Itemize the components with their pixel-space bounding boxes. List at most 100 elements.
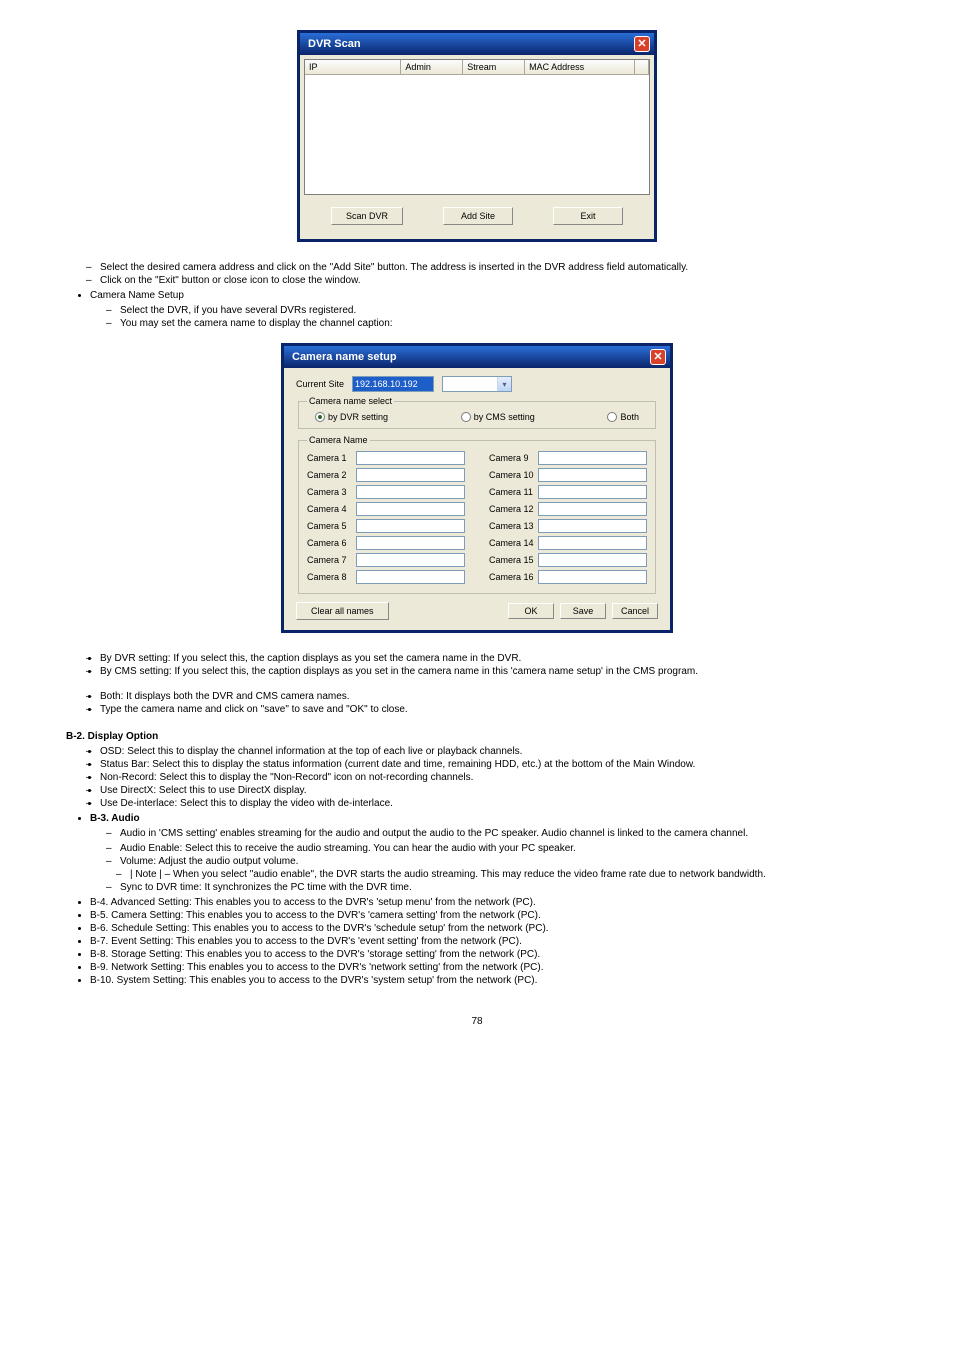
- radio-label: by CMS setting: [474, 412, 535, 422]
- dvr-scan-list-body[interactable]: [304, 75, 650, 195]
- camera-row: Camera 6: [307, 536, 465, 550]
- col-stream[interactable]: Stream: [463, 60, 525, 75]
- camera-input-14[interactable]: [538, 536, 647, 550]
- camera-input-12[interactable]: [538, 502, 647, 516]
- camera-col-right: Camera 9 Camera 10 Camera 11 Camera 12 C…: [489, 451, 647, 587]
- camera-row: Camera 4: [307, 502, 465, 516]
- camera-input-9[interactable]: [538, 451, 647, 465]
- page-number: 78: [60, 1016, 894, 1027]
- camera-input-11[interactable]: [538, 485, 647, 499]
- text: Non-Record: Select this to display the "…: [100, 772, 473, 783]
- dvr-scan-title: DVR Scan: [308, 38, 361, 50]
- camera-input-7[interactable]: [356, 553, 465, 567]
- exit-button[interactable]: Exit: [553, 207, 623, 225]
- radio-both[interactable]: Both: [607, 412, 639, 422]
- current-site-row: Current Site 192.168.10.192 ▾: [296, 376, 658, 392]
- radio-label: by DVR setting: [328, 412, 388, 422]
- note: Type the camera name and click on "save"…: [100, 704, 408, 715]
- scan-dvr-button[interactable]: Scan DVR: [331, 207, 403, 225]
- text: B-4. Advanced Setting: This enables you …: [90, 897, 536, 908]
- text: Use DirectX: Select this to use DirectX …: [100, 785, 307, 796]
- camera-setup-footer: Clear all names OK Save Cancel: [296, 602, 658, 620]
- camera-label: Camera 11: [489, 487, 534, 497]
- radio-row: by DVR setting by CMS setting Both: [307, 412, 647, 422]
- camera-row: Camera 12: [489, 502, 647, 516]
- current-site-value: 192.168.10.192: [355, 379, 418, 389]
- text: B-10. System Setting: This enables you t…: [90, 975, 537, 986]
- camera-label: Camera 9: [489, 453, 534, 463]
- text: Sync to DVR time: It synchronizes the PC…: [120, 882, 412, 893]
- camera-row: Camera 14: [489, 536, 647, 550]
- note: Both: It displays both the DVR and CMS c…: [100, 691, 350, 702]
- note: Click on the "Exit" button or close icon…: [100, 275, 361, 286]
- camera-row: Camera 2: [307, 468, 465, 482]
- cam-notes-2: –Both: It displays both the DVR and CMS …: [60, 691, 894, 715]
- current-site-dropdown[interactable]: ▾: [442, 376, 512, 392]
- camera-label: Camera 15: [489, 555, 534, 565]
- text: B-8. Storage Setting: This enables you t…: [90, 949, 540, 960]
- camera-input-8[interactable]: [356, 570, 465, 584]
- camera-input-16[interactable]: [538, 570, 647, 584]
- radio-by-cms[interactable]: by CMS setting: [461, 412, 535, 422]
- camera-label: Camera 2: [307, 470, 352, 480]
- cancel-button[interactable]: Cancel: [612, 603, 658, 619]
- camera-row: Camera 8: [307, 570, 465, 584]
- dvr-scan-body: IP Admin Stream MAC Address Scan DVR Add…: [300, 55, 654, 239]
- col-spacer: [635, 60, 649, 75]
- camera-name-setup-heading: Camera Name Setup: [90, 290, 184, 301]
- camera-input-2[interactable]: [356, 468, 465, 482]
- camera-input-5[interactable]: [356, 519, 465, 533]
- close-icon[interactable]: ✕: [650, 349, 666, 365]
- close-icon[interactable]: ✕: [634, 36, 650, 52]
- clear-all-names-button[interactable]: Clear all names: [296, 602, 389, 620]
- camera-name-grid-legend: Camera Name: [307, 435, 370, 445]
- text: Audio Enable: Select this to receive the…: [120, 843, 576, 854]
- camera-label: Camera 14: [489, 538, 534, 548]
- b2-list: –OSD: Select this to display the channel…: [60, 746, 894, 809]
- text: B-7. Event Setting: This enables you to …: [90, 936, 522, 947]
- camera-input-6[interactable]: [356, 536, 465, 550]
- camera-input-4[interactable]: [356, 502, 465, 516]
- camera-label: Camera 5: [307, 521, 352, 531]
- b4-b10-list: B-4. Advanced Setting: This enables you …: [60, 897, 894, 986]
- text: | Note | – When you select "audio enable…: [130, 869, 766, 880]
- camera-name-grid-group: Camera Name Camera 1 Camera 2 Camera 3 C…: [298, 435, 656, 594]
- camera-input-15[interactable]: [538, 553, 647, 567]
- note: By DVR setting: If you select this, the …: [100, 653, 521, 664]
- text: Audio in 'CMS setting' enables streaming…: [120, 828, 748, 839]
- note: By CMS setting: If you select this, the …: [100, 666, 698, 677]
- camera-label: Camera 12: [489, 504, 534, 514]
- camera-row: Camera 15: [489, 553, 647, 567]
- camera-row: Camera 3: [307, 485, 465, 499]
- camera-label: Camera 8: [307, 572, 352, 582]
- col-mac[interactable]: MAC Address: [525, 60, 635, 75]
- camera-input-10[interactable]: [538, 468, 647, 482]
- add-site-button[interactable]: Add Site: [443, 207, 513, 225]
- camera-row: Camera 16: [489, 570, 647, 584]
- text: B-6. Schedule Setting: This enables you …: [90, 923, 549, 934]
- col-ip[interactable]: IP: [305, 60, 401, 75]
- camera-name-select-group: Camera name select by DVR setting by CMS…: [298, 396, 656, 429]
- camera-row: Camera 13: [489, 519, 647, 533]
- current-site-select[interactable]: 192.168.10.192: [352, 376, 434, 392]
- cam-notes: –By DVR setting: If you select this, the…: [60, 653, 894, 677]
- text: Volume: Adjust the audio output volume.: [120, 856, 298, 867]
- camera-col-left: Camera 1 Camera 2 Camera 3 Camera 4 Came…: [307, 451, 465, 587]
- ok-button[interactable]: OK: [508, 603, 554, 619]
- radio-by-dvr[interactable]: by DVR setting: [315, 412, 388, 422]
- text: OSD: Select this to display the channel …: [100, 746, 522, 757]
- camera-input-3[interactable]: [356, 485, 465, 499]
- text: B-5. Camera Setting: This enables you to…: [90, 910, 541, 921]
- radio-label: Both: [620, 412, 639, 422]
- camera-label: Camera 6: [307, 538, 352, 548]
- camera-grid: Camera 1 Camera 2 Camera 3 Camera 4 Came…: [307, 451, 647, 587]
- save-button[interactable]: Save: [560, 603, 606, 619]
- camera-name-heading-list: Camera Name Setup Select the DVR, if you…: [60, 290, 894, 329]
- dvrscan-notes: –Select the desired camera address and c…: [60, 262, 894, 286]
- radio-icon: [607, 412, 617, 422]
- col-admin[interactable]: Admin: [401, 60, 463, 75]
- camera-input-13[interactable]: [538, 519, 647, 533]
- dvr-scan-titlebar: DVR Scan ✕: [300, 33, 654, 55]
- camera-input-1[interactable]: [356, 451, 465, 465]
- dialog-buttons: OK Save Cancel: [508, 603, 658, 619]
